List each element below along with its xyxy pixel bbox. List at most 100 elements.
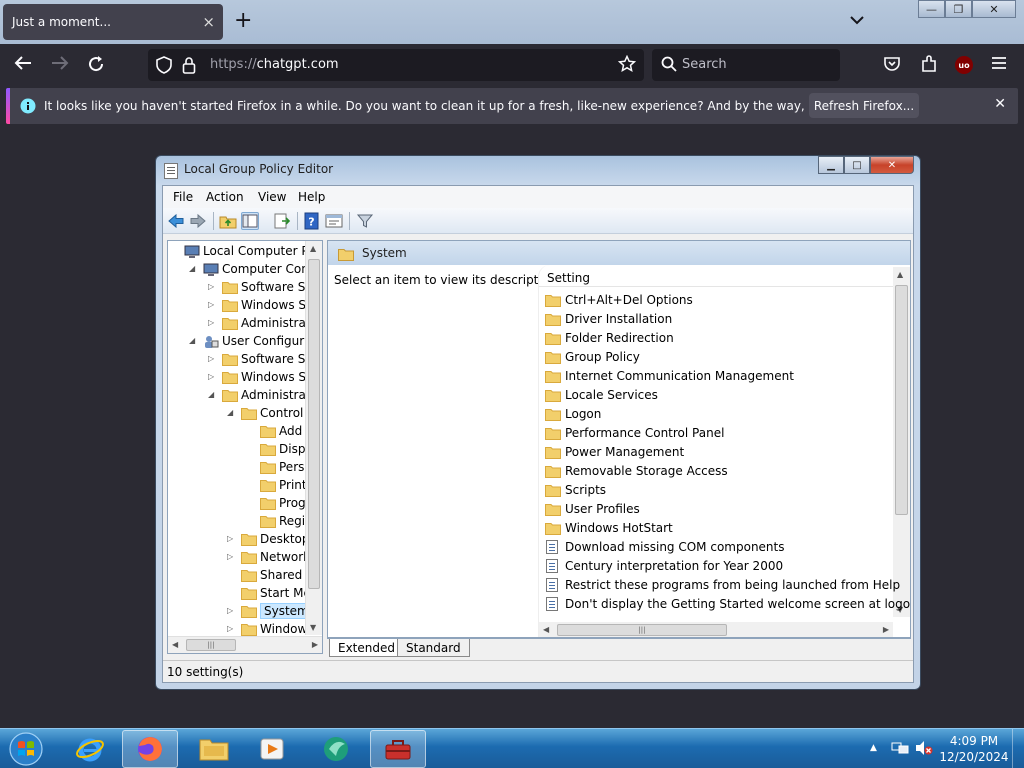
- setting-label: Don't display the Getting Started welcom…: [565, 597, 911, 611]
- folder-icon: [222, 317, 238, 330]
- minimize-button[interactable]: —: [918, 0, 945, 18]
- setting-label: Windows HotStart: [565, 521, 673, 535]
- setting-label: Ctrl+Alt+Del Options: [565, 293, 693, 307]
- policy-setting-icon: [546, 559, 558, 573]
- address-bar[interactable]: https://chatgpt.com: [148, 49, 644, 81]
- list-vertical-scrollbar[interactable]: ▲ ▼: [893, 267, 910, 617]
- expand-arrow-icon[interactable]: ▷: [208, 372, 214, 381]
- filter-icon[interactable]: [356, 212, 374, 230]
- show-desktop-button[interactable]: [1012, 729, 1024, 768]
- show-hide-tree-icon[interactable]: [241, 212, 259, 230]
- search-bar[interactable]: Search: [652, 49, 840, 81]
- show-hidden-icons[interactable]: ▲: [870, 743, 877, 753]
- browser-window-controls: — ❐ ✕: [918, 0, 1016, 18]
- window-minimize-button[interactable]: ▁: [818, 156, 844, 174]
- notice-accent-bar: [6, 88, 10, 124]
- collapse-arrow-icon[interactable]: ◢: [227, 408, 233, 417]
- tab-extended[interactable]: Extended: [329, 639, 404, 657]
- collapse-arrow-icon[interactable]: ◢: [208, 390, 214, 399]
- folder-icon: [241, 587, 257, 600]
- tree-horizontal-scrollbar[interactable]: ◀ ||| ▶: [168, 636, 322, 653]
- new-tab-button[interactable]: +: [234, 9, 252, 33]
- computer-icon: [184, 245, 200, 258]
- taskbar-group-policy-editor[interactable]: [370, 730, 426, 768]
- pane-title: System: [362, 246, 407, 260]
- close-button[interactable]: ✕: [972, 0, 1016, 18]
- expand-arrow-icon[interactable]: ▷: [208, 318, 214, 327]
- list-vertical-scroll-thumb[interactable]: [895, 285, 908, 515]
- export-list-icon[interactable]: [273, 212, 291, 230]
- menu-view[interactable]: View: [258, 190, 286, 204]
- forward-arrow-icon[interactable]: [51, 55, 69, 76]
- tab-standard[interactable]: Standard: [397, 639, 470, 657]
- system-clock[interactable]: 4:09 PM 12/20/2024: [936, 733, 1012, 765]
- setting-label: Scripts: [565, 483, 607, 497]
- policy-setting-icon: [546, 597, 558, 611]
- tab-close-button[interactable]: ×: [202, 13, 215, 31]
- maximize-button[interactable]: ❐: [945, 0, 972, 18]
- taskbar-explorer[interactable]: [186, 730, 242, 768]
- collapse-arrow-icon[interactable]: ◢: [189, 264, 195, 273]
- list-horizontal-scroll-thumb[interactable]: |||: [557, 624, 727, 636]
- tree-node-label: Desktop: [260, 532, 310, 546]
- expand-arrow-icon[interactable]: ▷: [227, 624, 233, 633]
- expand-arrow-icon[interactable]: ▷: [227, 552, 233, 561]
- tree-vertical-scroll-thumb[interactable]: [308, 259, 320, 589]
- menu-help[interactable]: Help: [298, 190, 325, 204]
- column-header-setting[interactable]: Setting: [539, 267, 893, 287]
- folder-icon: [222, 353, 238, 366]
- taskbar-internet-explorer[interactable]: [62, 730, 118, 768]
- notice-message: It looks like you haven't started Firefo…: [44, 99, 900, 113]
- refresh-firefox-button[interactable]: Refresh Firefox...: [809, 93, 919, 118]
- menu-file[interactable]: File: [173, 190, 193, 204]
- console-tree: Local Computer Polic ◢ Computer Config ▷ Sof…: [167, 240, 323, 654]
- network-icon[interactable]: [891, 740, 909, 760]
- expand-arrow-icon[interactable]: ▷: [208, 282, 214, 291]
- expand-arrow-icon[interactable]: ▷: [227, 606, 233, 615]
- collapse-arrow-icon[interactable]: ◢: [189, 336, 195, 345]
- volume-muted-icon[interactable]: [915, 740, 933, 760]
- forward-arrow-icon[interactable]: [189, 212, 207, 230]
- folder-icon: [241, 569, 257, 582]
- ublock-icon[interactable]: uo: [955, 56, 973, 74]
- lock-icon[interactable]: [182, 56, 196, 78]
- notice-close-icon[interactable]: ✕: [994, 96, 1006, 112]
- status-text: 10 setting(s): [167, 665, 244, 679]
- menu-action[interactable]: Action: [206, 190, 244, 204]
- refresh-notification-bar: It looks like you haven't started Firefo…: [6, 88, 1018, 124]
- list-all-tabs-icon[interactable]: [850, 10, 864, 29]
- tree-horizontal-scroll-thumb[interactable]: |||: [186, 639, 236, 651]
- setting-label: Folder Redirection: [565, 331, 674, 345]
- folder-icon: [545, 351, 561, 364]
- folder-icon: [260, 461, 276, 474]
- folder-icon: [260, 515, 276, 528]
- setting-label: Internet Communication Management: [565, 369, 794, 383]
- start-button[interactable]: [4, 730, 48, 768]
- taskbar-app[interactable]: [308, 730, 364, 768]
- app-icon: [324, 737, 348, 761]
- list-horizontal-scrollbar[interactable]: ◀ ||| ▶: [539, 622, 893, 637]
- bookmark-star-icon[interactable]: [617, 54, 637, 77]
- extensions-icon[interactable]: [920, 55, 938, 77]
- help-icon[interactable]: ?: [303, 212, 321, 230]
- expand-arrow-icon[interactable]: ▷: [208, 300, 214, 309]
- back-arrow-icon[interactable]: [167, 212, 185, 230]
- pocket-icon[interactable]: [883, 55, 901, 77]
- tree-vertical-scrollbar[interactable]: ▲ ▼: [305, 241, 322, 635]
- back-arrow-icon[interactable]: [14, 55, 32, 76]
- hamburger-menu-icon[interactable]: [991, 55, 1007, 74]
- up-folder-icon[interactable]: [219, 212, 237, 230]
- tree-node-label: Network: [260, 550, 311, 564]
- window-maximize-button[interactable]: □: [844, 156, 870, 174]
- reload-icon[interactable]: [87, 55, 105, 78]
- folder-icon: [199, 739, 229, 761]
- tracking-shield-icon[interactable]: [156, 56, 172, 78]
- window-close-button[interactable]: ✕: [870, 156, 914, 174]
- clock-date: 12/20/2024: [939, 750, 1009, 764]
- taskbar-media-player[interactable]: [244, 730, 300, 768]
- expand-arrow-icon[interactable]: ▷: [208, 354, 214, 363]
- browser-tab[interactable]: Just a moment... ×: [3, 4, 223, 40]
- taskbar-firefox[interactable]: [122, 730, 178, 768]
- expand-arrow-icon[interactable]: ▷: [227, 534, 233, 543]
- properties-icon[interactable]: [325, 212, 343, 230]
